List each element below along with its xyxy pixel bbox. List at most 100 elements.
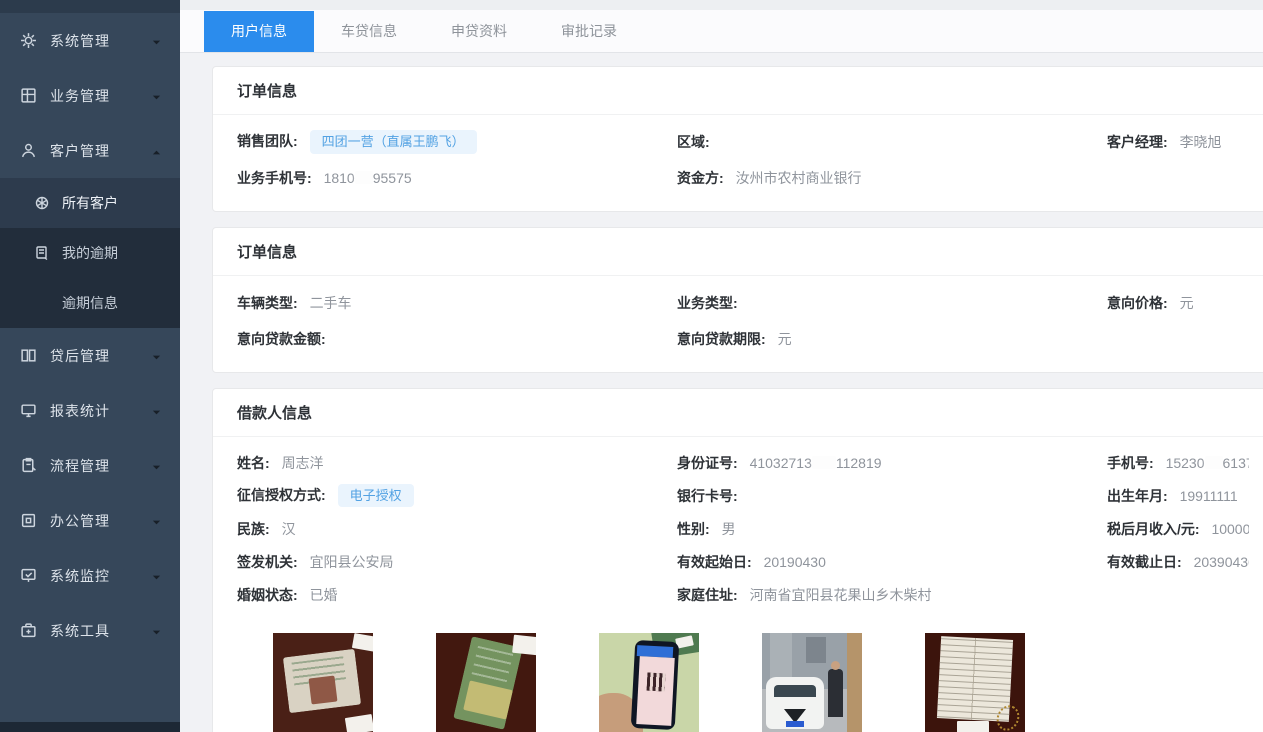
car-windshield-art: [774, 685, 816, 697]
person-car-photo-thumbnail[interactable]: [762, 633, 862, 732]
sidebar-item-system-mgmt[interactable]: 系统管理: [0, 13, 180, 68]
field-label: 意向价格:: [1107, 295, 1168, 311]
chevron-down-icon: [151, 460, 162, 471]
sidebar-item-label: 流程管理: [50, 456, 151, 476]
authorization-screenshot-thumbnail[interactable]: [599, 633, 699, 732]
field-value: 宜阳县公安局: [310, 554, 394, 570]
notebook-icon: [34, 245, 50, 261]
sidebar-item-system-monitor[interactable]: 系统监控: [0, 548, 180, 603]
sidebar-bottom-shade: [0, 722, 180, 732]
field-value: 已婚: [310, 587, 338, 603]
tab-loan-application-docs[interactable]: 申贷资料: [424, 11, 534, 52]
card-title: 订单信息: [213, 67, 1263, 115]
field-value: 男: [722, 521, 736, 537]
sidebar-item-office-mgmt[interactable]: 办公管理: [0, 493, 180, 548]
field-label: 有效截止日:: [1107, 554, 1182, 570]
field-value: 汉: [282, 521, 296, 537]
tab-user-info[interactable]: 用户信息: [204, 11, 314, 52]
sidebar-item-report-stats[interactable]: 报表统计: [0, 383, 180, 438]
field-business-phone: 业务手机号: 181095575: [237, 168, 677, 188]
sidebar-item-overdue-info[interactable]: 逾期信息: [0, 278, 180, 328]
qr-code-art: [647, 673, 666, 692]
field-value: 元: [778, 331, 792, 347]
right-wall-art: [847, 633, 862, 732]
mobile-suffix: 6137: [1223, 455, 1250, 471]
masked-digits: [812, 456, 836, 469]
field-value: 汝州市农村商业银行: [736, 170, 862, 186]
gear-icon: [20, 32, 37, 49]
sidebar-item-label: 办公管理: [50, 511, 151, 531]
masked-digits: [1205, 456, 1223, 469]
field-label: 区域:: [677, 134, 710, 150]
field-credit-auth-method: 征信授权方式: 电子授权: [237, 484, 677, 508]
sidebar-item-business-mgmt[interactable]: 业务管理: [0, 68, 180, 123]
field-label: 银行卡号:: [677, 488, 738, 504]
field-intent-loan-term: 意向贷款期限: 元: [677, 329, 1107, 349]
field-value: 41032713112819: [750, 455, 882, 471]
sidebar-item-postloan-mgmt[interactable]: 贷后管理: [0, 328, 180, 383]
field-label: 资金方:: [677, 170, 724, 186]
field-home-address: 家庭住址: 河南省宜阳县花果山乡木柴村: [677, 585, 1107, 605]
field-ethnicity: 民族: 汉: [237, 519, 677, 539]
chevron-up-icon: [151, 145, 162, 156]
sidebar-item-customer-mgmt[interactable]: 客户管理: [0, 123, 180, 178]
field-monthly-income: 税后月收入/元: 10000: [1107, 519, 1249, 539]
field-label: 家庭住址:: [677, 587, 738, 603]
id-suffix: 112819: [836, 455, 882, 471]
sidebar-item-label: 客户管理: [50, 141, 151, 161]
square-icon: [20, 512, 37, 529]
sidebar-item-label: 系统工具: [50, 621, 151, 641]
masked-digits: [355, 171, 373, 184]
sidebar-item-label: 我的逾期: [62, 243, 118, 263]
top-gap: [180, 0, 1263, 10]
sidebar-item-label: 系统监控: [50, 566, 151, 586]
field-value: 周志洋: [282, 455, 324, 471]
sidebar-item-label: 所有客户: [62, 193, 118, 213]
paper-scrap: [352, 633, 373, 652]
chevron-down-icon: [151, 90, 162, 101]
field-label: 业务手机号:: [237, 170, 312, 186]
user-icon: [20, 142, 37, 159]
sidebar-item-all-customers[interactable]: 所有客户: [0, 178, 180, 228]
field-intent-loan-amount: 意向贷款金额:: [237, 329, 677, 349]
chevron-down-icon: [151, 405, 162, 416]
person-art: [828, 669, 843, 717]
credit-auth-tag: 电子授权: [338, 484, 414, 508]
phone-suffix: 95575: [373, 170, 412, 186]
field-label: 有效起始日:: [677, 554, 752, 570]
certificate-document-photo-thumbnail[interactable]: [925, 633, 1025, 732]
field-birth-date: 出生年月: 19911111: [1107, 486, 1249, 506]
field-valid-to: 有效截止日: 20390430: [1107, 552, 1249, 572]
field-vehicle-type: 车辆类型: 二手车: [237, 293, 677, 313]
field-value: 元: [1180, 295, 1194, 311]
sales-team-tag[interactable]: 四团一营（直属王鹏飞）: [310, 130, 477, 154]
field-value: 河南省宜阳县花果山乡木柴村: [750, 587, 932, 603]
field-value: 李晓旭: [1180, 134, 1222, 150]
chevron-down-icon: [151, 625, 162, 636]
sidebar: 系统管理 业务管理 客户管理 所有客户 我的逾期 逾期信息: [0, 0, 180, 732]
card-title: 订单信息: [213, 228, 1263, 276]
drivers-license-photo-thumbnail[interactable]: [436, 633, 536, 732]
field-label: 税后月收入/元:: [1107, 521, 1200, 537]
clipboard-icon: [20, 457, 37, 474]
sidebar-item-my-overdue[interactable]: 我的逾期: [0, 228, 180, 278]
car-plate-art: [786, 721, 804, 727]
field-value: 20390430: [1194, 554, 1249, 570]
building-art: [806, 637, 826, 663]
tab-approval-records[interactable]: 审批记录: [534, 11, 644, 52]
field-funding-party: 资金方: 汝州市农村商业银行: [677, 168, 1107, 188]
wheel-icon: [34, 195, 50, 211]
field-value: 二手车: [310, 295, 352, 311]
id-card-photo-thumbnail[interactable]: [273, 633, 373, 732]
paper-scrap: [345, 714, 373, 732]
sidebar-item-label: 贷后管理: [50, 346, 151, 366]
field-value: 181095575: [324, 170, 412, 186]
book-icon: [20, 347, 37, 364]
sidebar-item-process-mgmt[interactable]: 流程管理: [0, 438, 180, 493]
field-value: 19911111: [1180, 488, 1238, 504]
sidebar-item-label: 业务管理: [50, 86, 151, 106]
field-label: 意向贷款金额:: [237, 331, 326, 347]
order-info-card: 订单信息 销售团队: 四团一营（直属王鹏飞） 区域: 客户经理: 李晓旭: [212, 66, 1263, 212]
sidebar-item-system-tools[interactable]: 系统工具: [0, 603, 180, 658]
tab-car-loan-info[interactable]: 车贷信息: [314, 11, 424, 52]
